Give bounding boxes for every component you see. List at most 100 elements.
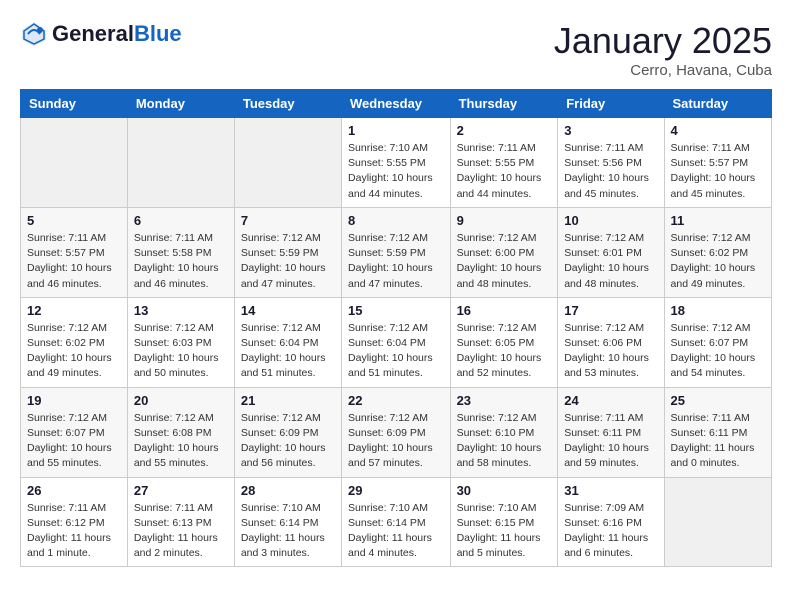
calendar-cell: 31Sunrise: 7:09 AMSunset: 6:16 PMDayligh… — [558, 477, 664, 567]
calendar-cell: 30 Sunrise: 7:10 AMSunset: 6:15 PMDayligh… — [450, 477, 558, 567]
day-info: Sunrise: 7:12 AMSunset: 6:07 PMDaylight:… — [27, 411, 121, 472]
day-info: Sunrise: 7:12 AMSunset: 6:00 PMDaylight:… — [457, 231, 552, 292]
location: Cerro, Havana, Cuba — [554, 62, 772, 79]
calendar-cell: 11 Sunrise: 7:12 AMSunset: 6:02 PMDayligh… — [664, 207, 771, 297]
day-info: Sunrise: 7:10 AMSunset: 6:14 PMDaylight:… — [241, 501, 335, 562]
calendar-cell: 24 Sunrise: 7:11 AMSunset: 6:11 PMDayligh… — [558, 387, 664, 477]
day-number: 14 — [241, 303, 335, 318]
day-info: Sunrise: 7:12 AMSunset: 6:02 PMDaylight:… — [27, 321, 121, 382]
calendar-cell: 4Sunrise: 7:11 AMSunset: 5:57 PMDaylight… — [664, 118, 771, 208]
page-header: GeneralBlue January 2025 Cerro, Havana, … — [20, 20, 772, 79]
day-number: 15 — [348, 303, 444, 318]
day-number: 30 — [457, 483, 552, 498]
day-info: Sunrise: 7:11 AMSunset: 5:57 PMDaylight:… — [671, 141, 765, 202]
day-info: Sunrise: 7:10 AMSunset: 6:15 PMDaylight:… — [457, 501, 552, 562]
day-number: 23 — [457, 393, 552, 408]
calendar-cell: 9 Sunrise: 7:12 AMSunset: 6:00 PMDaylight… — [450, 207, 558, 297]
day-number: 2 — [457, 123, 552, 138]
day-number: 19 — [27, 393, 121, 408]
calendar-cell: 14 Sunrise: 7:12 AMSunset: 6:04 PMDayligh… — [234, 297, 341, 387]
calendar-cell: 17 Sunrise: 7:12 AMSunset: 6:06 PMDayligh… — [558, 297, 664, 387]
calendar-cell: 6Sunrise: 7:11 AMSunset: 5:58 PMDaylight… — [127, 207, 234, 297]
calendar-cell: 18 Sunrise: 7:12 AMSunset: 6:07 PMDayligh… — [664, 297, 771, 387]
day-number: 24 — [564, 393, 657, 408]
calendar-cell: 27 Sunrise: 7:11 AMSunset: 6:13 PMDayligh… — [127, 477, 234, 567]
day-number: 20 — [134, 393, 228, 408]
day-info: Sunrise: 7:11 AMSunset: 5:55 PMDaylight:… — [457, 141, 552, 202]
day-number: 22 — [348, 393, 444, 408]
day-info: Sunrise: 7:12 AMSunset: 6:08 PMDaylight:… — [134, 411, 228, 472]
day-number: 5 — [27, 213, 121, 228]
day-number: 18 — [671, 303, 765, 318]
title-block: January 2025 Cerro, Havana, Cuba — [554, 20, 772, 79]
day-info: Sunrise: 7:12 AMSunset: 6:06 PMDaylight:… — [564, 321, 657, 382]
calendar-week-row: 26 Sunrise: 7:11 AMSunset: 6:12 PMDayligh… — [21, 477, 772, 567]
day-info: Sunrise: 7:12 AMSunset: 6:09 PMDaylight:… — [348, 411, 444, 472]
day-number: 12 — [27, 303, 121, 318]
day-info: Sunrise: 7:12 AMSunset: 6:09 PMDaylight:… — [241, 411, 335, 472]
calendar-week-row: 5 Sunrise: 7:11 AMSunset: 5:57 PMDaylight… — [21, 207, 772, 297]
day-number: 17 — [564, 303, 657, 318]
logo: GeneralBlue — [20, 20, 182, 48]
calendar-cell — [127, 118, 234, 208]
calendar-week-row: 1 Sunrise: 7:10 AMSunset: 5:55 PMDaylight… — [21, 118, 772, 208]
column-header-saturday: Saturday — [664, 90, 771, 118]
column-header-wednesday: Wednesday — [342, 90, 451, 118]
day-info: Sunrise: 7:11 AMSunset: 6:11 PMDaylight:… — [671, 411, 765, 472]
day-number: 1 — [348, 123, 444, 138]
day-number: 29 — [348, 483, 444, 498]
calendar-week-row: 19 Sunrise: 7:12 AMSunset: 6:07 PMDayligh… — [21, 387, 772, 477]
calendar-week-row: 12 Sunrise: 7:12 AMSunset: 6:02 PMDayligh… — [21, 297, 772, 387]
day-number: 26 — [27, 483, 121, 498]
day-info: Sunrise: 7:12 AMSunset: 6:04 PMDaylight:… — [348, 321, 444, 382]
day-number: 8 — [348, 213, 444, 228]
calendar-cell: 21Sunrise: 7:12 AMSunset: 6:09 PMDayligh… — [234, 387, 341, 477]
day-info: Sunrise: 7:09 AMSunset: 6:16 PMDaylight:… — [564, 501, 657, 562]
calendar-cell: 12 Sunrise: 7:12 AMSunset: 6:02 PMDayligh… — [21, 297, 128, 387]
column-header-monday: Monday — [127, 90, 234, 118]
day-number: 27 — [134, 483, 228, 498]
column-header-tuesday: Tuesday — [234, 90, 341, 118]
calendar-cell: 29 Sunrise: 7:10 AMSunset: 6:14 PMDayligh… — [342, 477, 451, 567]
calendar-cell — [21, 118, 128, 208]
day-number: 6 — [134, 213, 228, 228]
day-info: Sunrise: 7:11 AMSunset: 6:11 PMDaylight:… — [564, 411, 657, 472]
day-number: 11 — [671, 213, 765, 228]
day-info: Sunrise: 7:11 AMSunset: 6:13 PMDaylight:… — [134, 501, 228, 562]
calendar-cell: 15 Sunrise: 7:12 AMSunset: 6:04 PMDayligh… — [342, 297, 451, 387]
calendar-header-row: SundayMondayTuesdayWednesdayThursdayFrid… — [21, 90, 772, 118]
calendar-table: SundayMondayTuesdayWednesdayThursdayFrid… — [20, 89, 772, 567]
day-number: 13 — [134, 303, 228, 318]
calendar-cell: 7Sunrise: 7:12 AMSunset: 5:59 PMDaylight… — [234, 207, 341, 297]
logo-text: GeneralBlue — [52, 22, 182, 46]
day-info: Sunrise: 7:11 AMSunset: 6:12 PMDaylight:… — [27, 501, 121, 562]
day-info: Sunrise: 7:12 AMSunset: 6:02 PMDaylight:… — [671, 231, 765, 292]
day-number: 10 — [564, 213, 657, 228]
day-info: Sunrise: 7:12 AMSunset: 5:59 PMDaylight:… — [348, 231, 444, 292]
calendar-cell: 25 Sunrise: 7:11 AMSunset: 6:11 PMDayligh… — [664, 387, 771, 477]
calendar-cell: 5 Sunrise: 7:11 AMSunset: 5:57 PMDaylight… — [21, 207, 128, 297]
day-number: 25 — [671, 393, 765, 408]
day-info: Sunrise: 7:10 AMSunset: 5:55 PMDaylight:… — [348, 141, 444, 202]
day-info: Sunrise: 7:10 AMSunset: 6:14 PMDaylight:… — [348, 501, 444, 562]
calendar-cell — [234, 118, 341, 208]
column-header-thursday: Thursday — [450, 90, 558, 118]
calendar-cell: 2 Sunrise: 7:11 AMSunset: 5:55 PMDaylight… — [450, 118, 558, 208]
column-header-friday: Friday — [558, 90, 664, 118]
calendar-cell: 22 Sunrise: 7:12 AMSunset: 6:09 PMDayligh… — [342, 387, 451, 477]
calendar-cell: 13Sunrise: 7:12 AMSunset: 6:03 PMDayligh… — [127, 297, 234, 387]
day-number: 7 — [241, 213, 335, 228]
day-info: Sunrise: 7:11 AMSunset: 5:56 PMDaylight:… — [564, 141, 657, 202]
calendar-cell: 3 Sunrise: 7:11 AMSunset: 5:56 PMDaylight… — [558, 118, 664, 208]
calendar-cell: 1 Sunrise: 7:10 AMSunset: 5:55 PMDaylight… — [342, 118, 451, 208]
day-info: Sunrise: 7:12 AMSunset: 6:05 PMDaylight:… — [457, 321, 552, 382]
day-info: Sunrise: 7:11 AMSunset: 5:57 PMDaylight:… — [27, 231, 121, 292]
column-header-sunday: Sunday — [21, 90, 128, 118]
day-info: Sunrise: 7:12 AMSunset: 6:07 PMDaylight:… — [671, 321, 765, 382]
day-info: Sunrise: 7:12 AMSunset: 6:04 PMDaylight:… — [241, 321, 335, 382]
calendar-cell: 8 Sunrise: 7:12 AMSunset: 5:59 PMDaylight… — [342, 207, 451, 297]
day-number: 9 — [457, 213, 552, 228]
day-info: Sunrise: 7:12 AMSunset: 6:10 PMDaylight:… — [457, 411, 552, 472]
day-number: 3 — [564, 123, 657, 138]
calendar-cell: 23 Sunrise: 7:12 AMSunset: 6:10 PMDayligh… — [450, 387, 558, 477]
